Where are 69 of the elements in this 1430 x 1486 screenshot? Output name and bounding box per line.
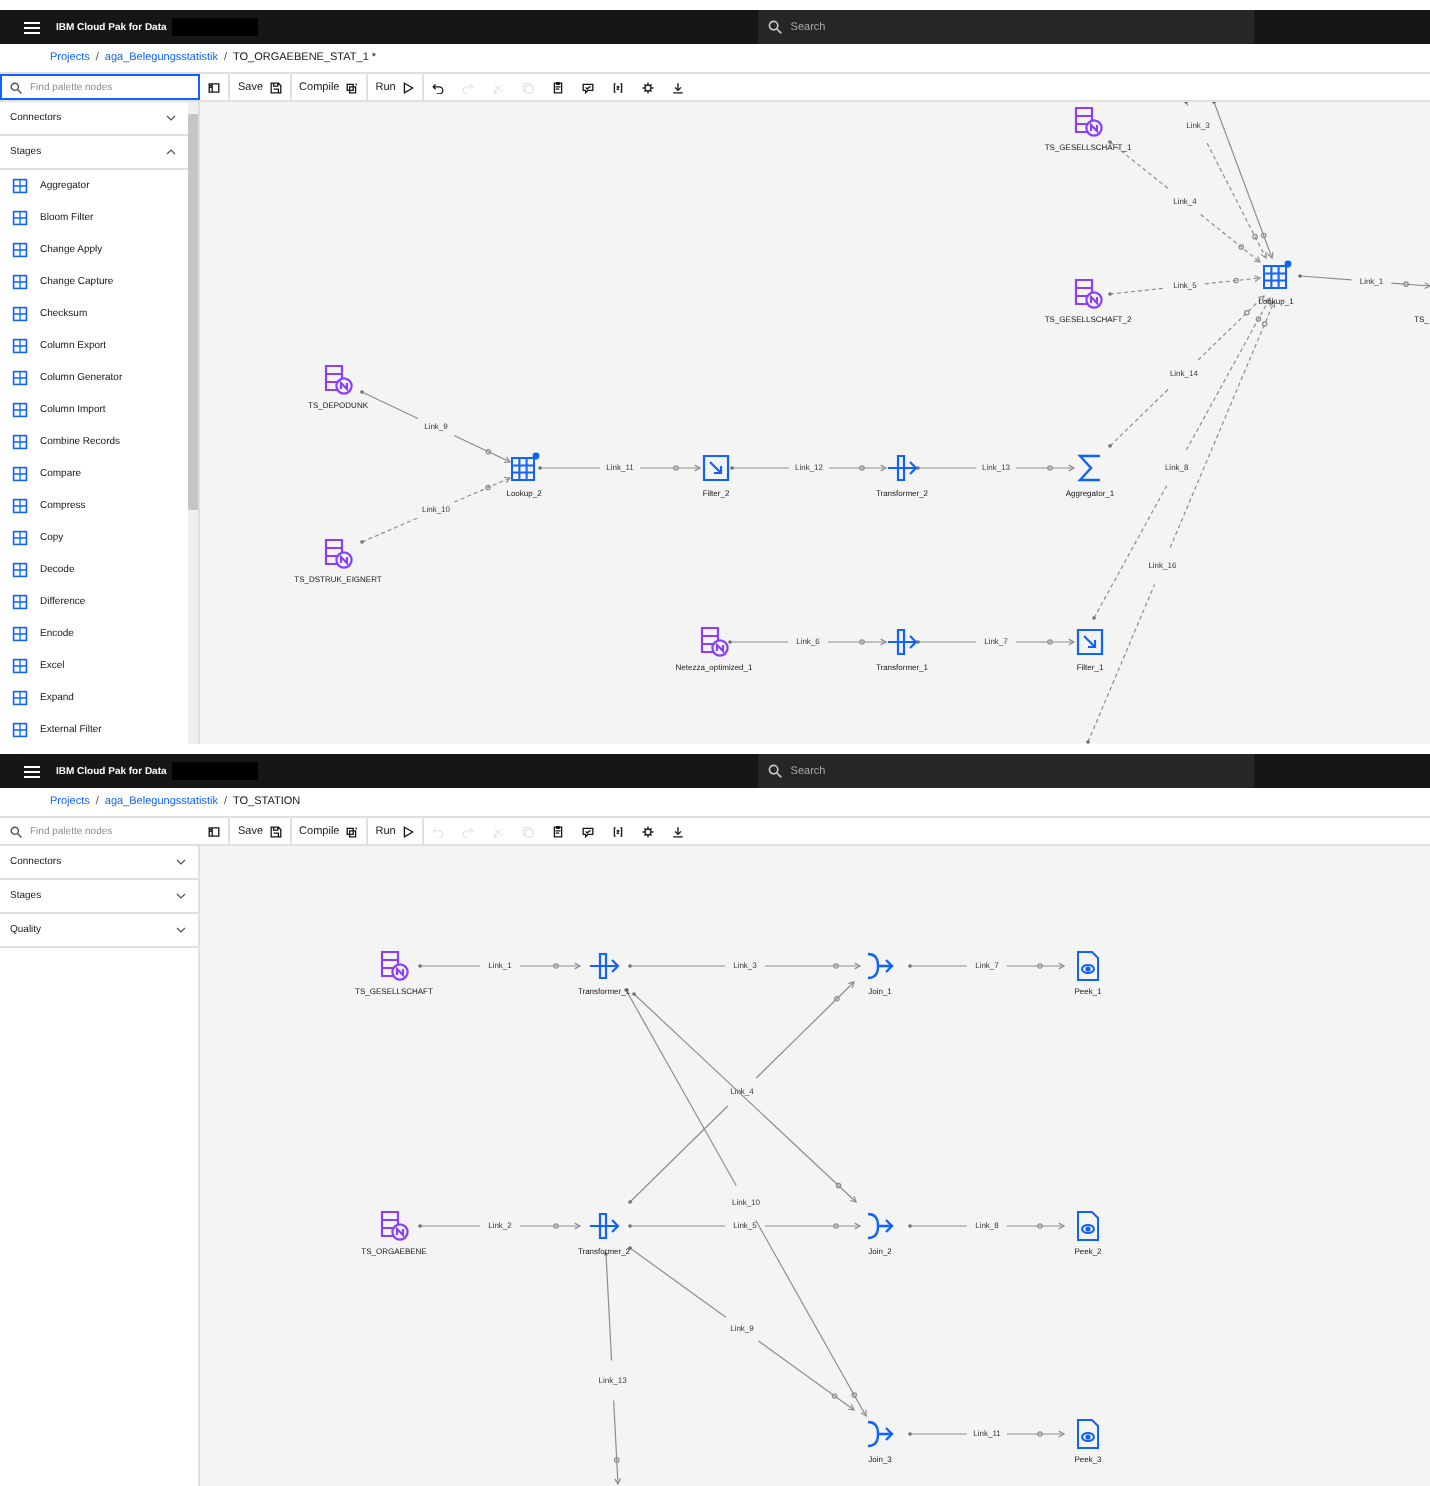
menu-icon [24,21,40,33]
link-arrow[interactable] [908,1222,1066,1230]
stage-icon [12,274,28,290]
stage-icon [12,338,28,354]
menu-icon [24,765,40,777]
transformer-icon[interactable] [588,1212,620,1240]
link-arrow[interactable] [916,638,1076,646]
chevron-icon [166,148,176,156]
link-arrow[interactable] [908,962,1066,970]
document-eye-icon[interactable] [1077,1419,1099,1449]
database-icon[interactable] [1074,106,1103,137]
stage-icon [12,594,28,610]
stage-icon [12,306,28,322]
stage-icon [12,402,28,418]
chevron-icon [176,926,186,934]
link-arrow[interactable] [1108,275,1262,296]
stage-icon [12,530,28,546]
grid-icon[interactable] [511,452,540,481]
database-icon[interactable] [380,1210,409,1241]
link-arrow[interactable] [418,962,582,970]
merge-icon[interactable] [866,1420,894,1448]
transformer-icon[interactable] [886,454,918,482]
sigma-icon[interactable] [1077,454,1100,482]
stage-icon [12,690,28,706]
filter-icon[interactable] [702,454,730,482]
link-arrow[interactable] [908,1430,1066,1438]
stage-icon [12,242,28,258]
stage-icon [12,626,28,642]
chevron-icon [176,858,186,866]
database-icon[interactable] [324,364,353,395]
scrollbar[interactable] [188,102,198,744]
stage-icon [12,466,28,482]
chevron-icon [176,892,186,900]
link-arrow[interactable] [916,464,1076,472]
stage-icon [12,722,28,738]
search-icon [768,764,783,778]
link-arrow[interactable] [1212,102,1274,260]
search-icon [768,20,783,34]
grid-icon[interactable] [1263,260,1292,289]
link-arrow[interactable] [730,464,888,472]
search-icon [10,82,22,94]
stage-icon [12,562,28,578]
stage-icon [12,210,28,226]
document-eye-icon[interactable] [1077,1211,1099,1241]
merge-icon[interactable] [866,1212,894,1240]
search-icon [10,826,22,838]
database-icon[interactable] [324,538,353,569]
link-arrow[interactable] [628,962,862,970]
link-arrow[interactable] [538,464,702,472]
stage-icon [12,434,28,450]
filter-icon[interactable] [1076,628,1104,656]
link-arrow[interactable] [1298,274,1430,290]
menu-button[interactable] [24,21,40,33]
link-arrow[interactable] [418,1222,582,1230]
document-eye-icon[interactable] [1077,951,1099,981]
menu-button[interactable] [24,765,40,777]
stage-icon [12,178,28,194]
merge-icon[interactable] [866,952,894,980]
transformer-icon[interactable] [588,952,620,980]
database-icon[interactable] [700,626,729,657]
stage-icon [12,498,28,514]
stage-icon [12,658,28,674]
transformer-icon[interactable] [886,628,918,656]
link-arrow[interactable] [628,1222,862,1230]
database-icon[interactable] [1074,278,1103,309]
stage-icon [12,370,28,386]
link-arrow[interactable] [728,638,888,646]
database-icon[interactable] [380,950,409,981]
chevron-icon [166,114,176,122]
